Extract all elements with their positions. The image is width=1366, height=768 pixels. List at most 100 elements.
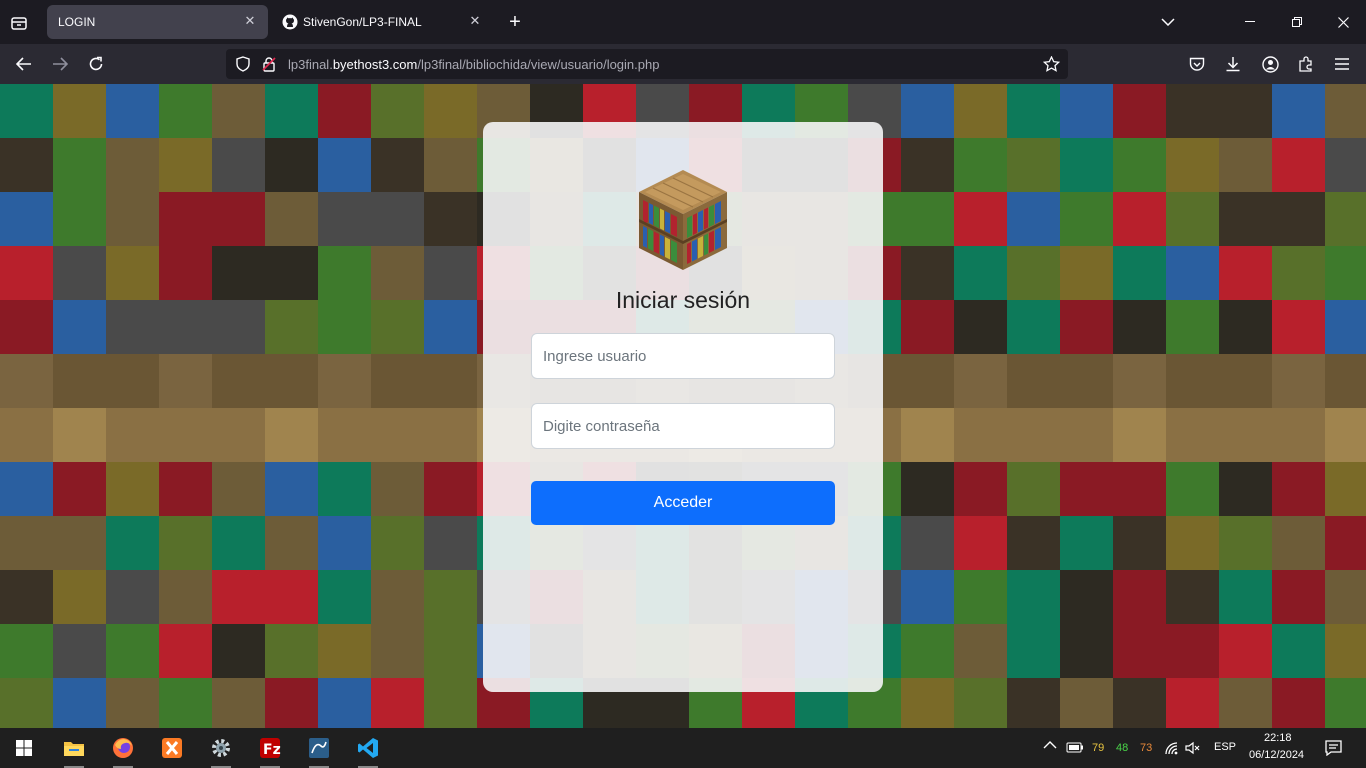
network-icon[interactable]: [1164, 741, 1180, 758]
background-tile: [1272, 138, 1325, 192]
background-tile: [1272, 516, 1325, 570]
pocket-icon[interactable]: [1187, 54, 1207, 74]
taskbar-mysql-workbench[interactable]: [295, 728, 343, 768]
taskbar-xampp[interactable]: [148, 728, 196, 768]
background-tile: [265, 192, 318, 246]
tracking-protection-icon[interactable]: [235, 56, 251, 77]
background-tile: [901, 84, 954, 138]
background-tile: [1272, 408, 1325, 462]
background-tile: [1272, 678, 1325, 728]
downloads-icon[interactable]: [1223, 54, 1243, 74]
background-tile: [1060, 516, 1113, 570]
tab-github[interactable]: StivenGon/LP3-FINAL ✕: [272, 5, 493, 39]
background-tile: [1166, 246, 1219, 300]
extensions-icon[interactable]: [1296, 54, 1316, 74]
taskbar-vscode[interactable]: [344, 728, 392, 768]
insecure-lock-icon[interactable]: [261, 56, 277, 77]
show-hidden-icons-icon[interactable]: [1043, 740, 1057, 753]
background-tile: [1113, 84, 1166, 138]
address-bar[interactable]: lp3final.byethost3.com/lp3final/biblioch…: [226, 49, 1068, 79]
reload-icon[interactable]: [86, 54, 106, 74]
start-button[interactable]: [0, 728, 48, 768]
background-tile: [318, 138, 371, 192]
file-explorer-icon: [64, 742, 84, 756]
password-input[interactable]: [531, 403, 835, 449]
tray-temperature-2: 48: [1116, 742, 1129, 754]
background-tile: [159, 300, 212, 354]
background-tile: [1060, 570, 1113, 624]
background-tile: [1166, 408, 1219, 462]
restore-icon[interactable]: [1287, 12, 1307, 32]
background-tile: [954, 570, 1007, 624]
close-window-icon[interactable]: [1333, 12, 1353, 32]
background-tile: [954, 624, 1007, 678]
browser-tab-bar: LOGIN ✕ StivenGon/LP3-FINAL ✕ +: [0, 0, 1366, 44]
background-tile: [901, 138, 954, 192]
volume-muted-icon[interactable]: [1185, 741, 1201, 758]
notifications-icon[interactable]: [1325, 740, 1342, 759]
list-all-tabs-icon[interactable]: [1158, 12, 1178, 32]
background-tile: [1007, 354, 1060, 408]
background-tile: [318, 192, 371, 246]
login-submit-button[interactable]: Acceder: [531, 481, 835, 525]
close-tab-icon[interactable]: ✕: [242, 13, 258, 29]
background-tile: [212, 624, 265, 678]
background-tile: [1113, 246, 1166, 300]
background-tile: [106, 84, 159, 138]
back-icon[interactable]: [14, 54, 34, 74]
background-tile: [212, 138, 265, 192]
background-tile: [1272, 84, 1325, 138]
taskbar-settings[interactable]: [197, 728, 245, 768]
background-tile: [1325, 246, 1366, 300]
background-tile: [1113, 192, 1166, 246]
background-tile: [1113, 678, 1166, 728]
background-tile: [371, 462, 424, 516]
background-tile: [1272, 462, 1325, 516]
page-viewport: Iniciar sesión Acceder: [0, 84, 1366, 728]
background-tile: [53, 300, 106, 354]
background-tile: [159, 462, 212, 516]
url-path: /lp3final/bibliochida/view/usuario/login…: [417, 57, 660, 72]
taskbar-filezilla[interactable]: Fz: [246, 728, 294, 768]
background-tile: [1325, 570, 1366, 624]
background-tile: [424, 192, 477, 246]
background-tile: [1166, 570, 1219, 624]
background-tile: [318, 624, 371, 678]
background-tile: [1007, 462, 1060, 516]
account-icon[interactable]: [1260, 54, 1280, 74]
tab-login[interactable]: LOGIN ✕: [47, 5, 268, 39]
background-tile: [371, 300, 424, 354]
tab-list-icon[interactable]: [8, 12, 30, 34]
background-tile: [371, 192, 424, 246]
background-tile: [53, 624, 106, 678]
login-card: Iniciar sesión Acceder: [483, 122, 883, 692]
background-tile: [1219, 246, 1272, 300]
background-tile: [0, 678, 53, 728]
clock-time[interactable]: 22:18: [1264, 732, 1292, 744]
language-indicator[interactable]: ESP: [1214, 741, 1236, 753]
background-tile: [1325, 516, 1366, 570]
background-tile: [1219, 192, 1272, 246]
username-input[interactable]: [531, 333, 835, 379]
taskbar-file-explorer[interactable]: [50, 728, 98, 768]
taskbar-firefox[interactable]: [99, 728, 147, 768]
new-tab-icon[interactable]: +: [505, 11, 525, 33]
app-menu-icon[interactable]: [1332, 54, 1352, 74]
url-text: lp3final.byethost3.com/lp3final/biblioch…: [288, 57, 659, 72]
bookmark-star-icon[interactable]: [1042, 55, 1061, 77]
background-tile: [212, 570, 265, 624]
forward-icon[interactable]: [50, 54, 70, 74]
background-tile: [53, 462, 106, 516]
background-tile: [265, 570, 318, 624]
background-tile: [1166, 678, 1219, 728]
battery-icon[interactable]: [1066, 741, 1084, 756]
background-tile: [424, 516, 477, 570]
background-tile: [424, 462, 477, 516]
background-tile: [0, 570, 53, 624]
clock-date[interactable]: 06/12/2024: [1249, 749, 1304, 761]
background-tile: [901, 462, 954, 516]
background-tile: [106, 246, 159, 300]
background-tile: [1007, 624, 1060, 678]
minimize-icon[interactable]: [1240, 12, 1260, 32]
close-tab-icon[interactable]: ✕: [467, 13, 483, 29]
